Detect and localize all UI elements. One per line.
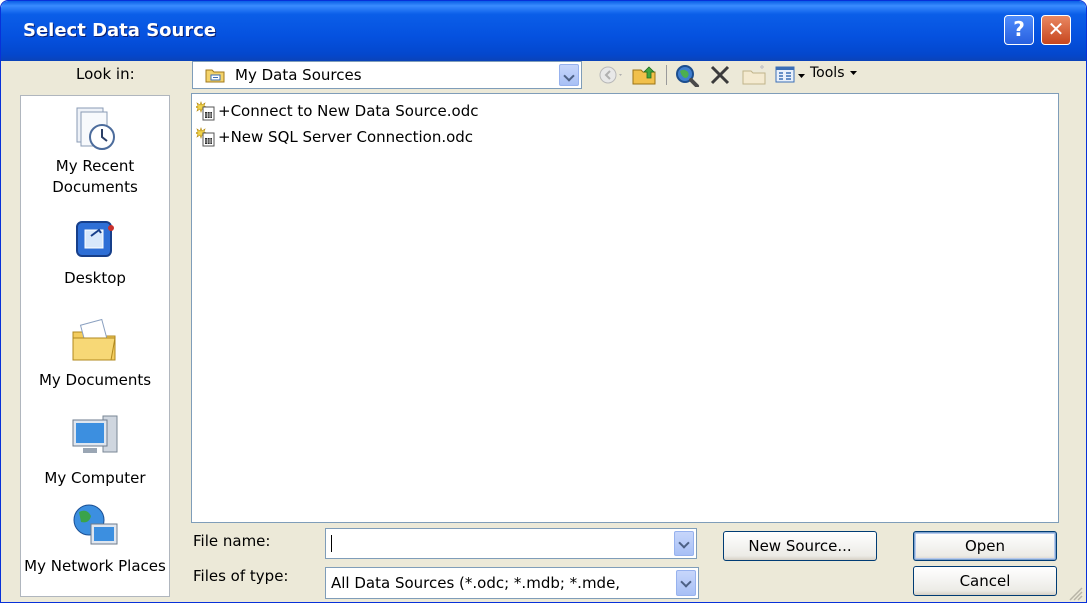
search-web-icon[interactable] [674, 63, 702, 87]
my-computer-icon [72, 415, 118, 453]
text-cursor [331, 535, 332, 552]
place-my-computer[interactable]: My Computer [21, 410, 169, 489]
select-data-source-dialog: Select Data Source ? ✕ Look in: My Data … [0, 0, 1087, 603]
views-icon[interactable] [774, 63, 796, 87]
file-type-value: All Data Sources (*.odc; *.mdb; *.mde, [331, 574, 621, 592]
new-source-button[interactable]: New Source... [723, 531, 877, 561]
help-button[interactable]: ? [1004, 15, 1034, 45]
tools-dropdown-arrow-icon [849, 71, 857, 75]
place-my-network-places[interactable]: My Network Places [21, 502, 169, 577]
place-my-recent-documents[interactable]: My Recent Documents [21, 104, 169, 198]
place-label: My Computer [44, 469, 146, 487]
place-my-documents[interactable]: My Documents [21, 312, 169, 391]
look-in-value: My Data Sources [235, 66, 362, 84]
window-title: Select Data Source [23, 20, 217, 41]
views-dropdown-arrow-icon[interactable] [797, 63, 807, 87]
look-in-label: Look in: [76, 65, 135, 83]
back-icon[interactable] [597, 63, 625, 87]
resize-grip-icon[interactable] [1067, 585, 1083, 601]
places-bar: My Recent Documents Desktop My Documents [20, 95, 170, 597]
file-type-combo[interactable]: All Data Sources (*.odc; *.mdb; *.mde, [325, 567, 699, 599]
file-name: +Connect to New Data Source.odc [218, 102, 479, 120]
place-label: My Recent Documents [52, 157, 138, 196]
open-button[interactable]: Open [913, 531, 1057, 561]
recent-documents-icon [76, 107, 115, 150]
tools-label: Tools [810, 65, 845, 81]
file-list[interactable]: +Connect to New Data Source.odc +New SQL… [191, 93, 1059, 523]
tools-menu[interactable]: Tools [810, 65, 859, 81]
file-name-dropdown-button[interactable] [674, 531, 694, 556]
new-folder-icon[interactable] [740, 63, 768, 87]
desktop-icon [76, 221, 114, 257]
network-places-icon [73, 504, 118, 545]
place-label: Desktop [64, 269, 126, 287]
toolbar-separator [666, 65, 667, 85]
odc-file-icon [196, 101, 215, 121]
title-bar[interactable]: Select Data Source ? ✕ [1, 1, 1086, 61]
file-type-dropdown-button[interactable] [676, 570, 696, 596]
data-sources-folder-icon [205, 69, 225, 83]
file-name-input[interactable] [325, 528, 697, 559]
up-folder-icon[interactable] [631, 63, 659, 87]
cancel-button[interactable]: Cancel [913, 566, 1057, 596]
place-label: My Documents [38, 371, 152, 389]
place-label: My Network Places [24, 557, 166, 575]
close-button[interactable]: ✕ [1041, 15, 1071, 45]
file-name-label: File name: [193, 532, 271, 550]
delete-icon[interactable] [707, 63, 735, 87]
place-desktop[interactable]: Desktop [21, 216, 169, 289]
file-name: +New SQL Server Connection.odc [218, 128, 474, 146]
file-type-label: Files of type: [193, 567, 289, 585]
look-in-combo[interactable]: My Data Sources [192, 61, 582, 89]
look-in-dropdown-button[interactable] [559, 64, 579, 86]
my-documents-icon [72, 318, 116, 361]
odc-file-icon [196, 127, 215, 147]
